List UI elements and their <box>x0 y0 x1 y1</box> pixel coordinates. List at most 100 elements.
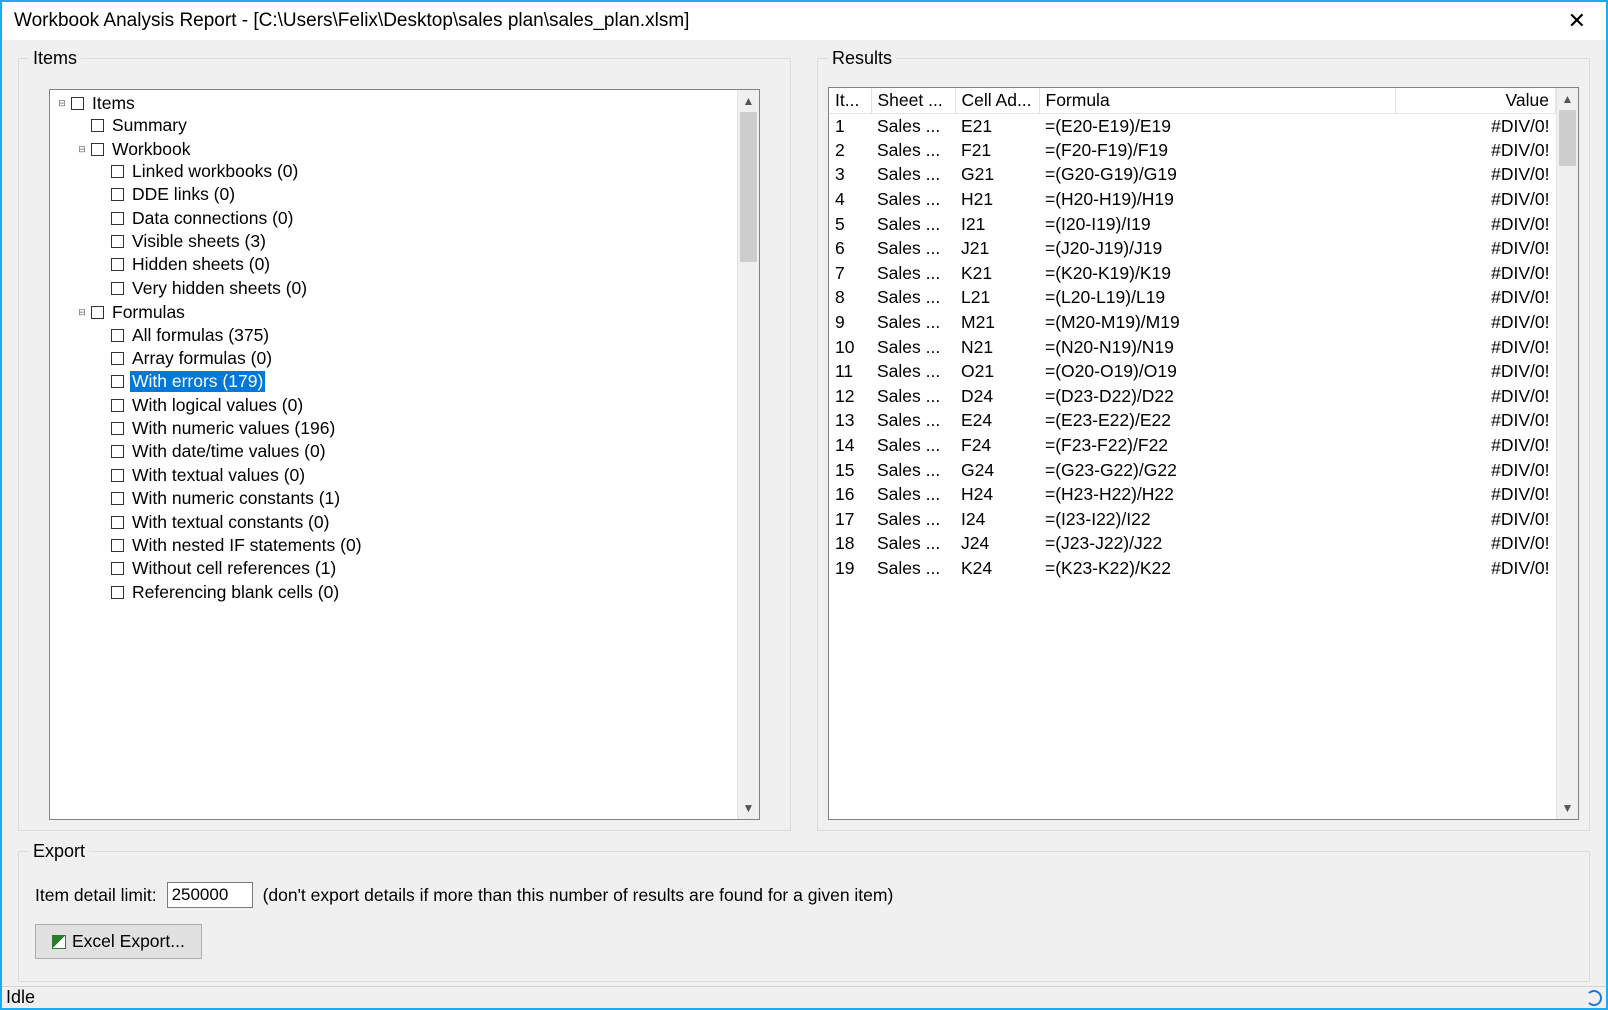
tree-checkbox[interactable] <box>91 143 104 156</box>
scroll-down-icon[interactable]: ▼ <box>1557 797 1578 819</box>
tree-checkbox[interactable] <box>111 188 124 201</box>
tree-node[interactable]: Visible sheets (3) <box>96 230 737 253</box>
table-row[interactable]: 13Sales ...E24=(E23-E22)/E22#DIV/0! <box>829 409 1556 434</box>
tree-node[interactable]: Array formulas (0) <box>96 347 737 370</box>
cell: #DIV/0! <box>1396 236 1556 261</box>
cell: #DIV/0! <box>1396 138 1556 163</box>
tree-checkbox[interactable] <box>71 97 84 110</box>
tree-checkbox[interactable] <box>111 492 124 505</box>
tree-checkbox[interactable] <box>111 375 124 388</box>
cell: O21 <box>955 359 1039 384</box>
tree-node[interactable]: Very hidden sheets (0) <box>96 277 737 300</box>
scroll-thumb[interactable] <box>1559 110 1576 166</box>
tree-node[interactable]: With textual constants (0) <box>96 510 737 533</box>
cell: =(E23-E22)/E22 <box>1039 409 1396 434</box>
scroll-up-icon[interactable]: ▲ <box>1557 88 1578 110</box>
table-row[interactable]: 3Sales ...G21=(G20-G19)/G19#DIV/0! <box>829 163 1556 188</box>
tree-node[interactable]: Hidden sheets (0) <box>96 253 737 276</box>
results-table-wrap[interactable]: It... Sheet ... Cell Ad... Formula Value… <box>829 88 1556 819</box>
tree-checkbox[interactable] <box>111 539 124 552</box>
items-scrollbar[interactable]: ▲ ▼ <box>737 90 759 819</box>
tree-checkbox[interactable] <box>111 352 124 365</box>
tree-node[interactable]: ⊟FormulasAll formulas (375)Array formula… <box>76 301 737 605</box>
tree-node[interactable]: DDE links (0) <box>96 183 737 206</box>
table-row[interactable]: 17Sales ...I24=(I23-I22)/I22#DIV/0! <box>829 507 1556 532</box>
table-row[interactable]: 15Sales ...G24=(G23-G22)/G22#DIV/0! <box>829 458 1556 483</box>
cell: Sales ... <box>871 556 955 581</box>
excel-export-label: Excel Export... <box>72 931 185 952</box>
cell: =(H23-H22)/H22 <box>1039 482 1396 507</box>
tree-node[interactable]: All formulas (375) <box>96 323 737 346</box>
limit-input[interactable] <box>167 882 253 908</box>
tree-checkbox[interactable] <box>111 235 124 248</box>
cell: Sales ... <box>871 532 955 557</box>
tree-checkbox[interactable] <box>111 516 124 529</box>
table-row[interactable]: 7Sales ...K21=(K20-K19)/K19#DIV/0! <box>829 261 1556 286</box>
tree-node[interactable]: Data connections (0) <box>96 207 737 230</box>
table-row[interactable]: 19Sales ...K24=(K23-K22)/K22#DIV/0! <box>829 556 1556 581</box>
col-formula[interactable]: Formula <box>1039 88 1396 114</box>
table-row[interactable]: 4Sales ...H21=(H20-H19)/H19#DIV/0! <box>829 187 1556 212</box>
tree-checkbox[interactable] <box>111 586 124 599</box>
tree-node[interactable]: With date/time values (0) <box>96 440 737 463</box>
tree-checkbox[interactable] <box>91 119 104 132</box>
table-row[interactable]: 10Sales ...N21=(N20-N19)/N19#DIV/0! <box>829 335 1556 360</box>
collapse-icon[interactable]: ⊟ <box>76 307 88 319</box>
tree-node[interactable]: ⊟ItemsSummary⊟WorkbookLinked workbooks (… <box>56 92 737 606</box>
excel-export-button[interactable]: Excel Export... <box>35 924 202 959</box>
tree-checkbox[interactable] <box>111 212 124 225</box>
tree-checkbox[interactable] <box>111 165 124 178</box>
tree-node[interactable]: Summary <box>76 114 737 137</box>
cell: 9 <box>829 310 871 335</box>
tree-node[interactable]: Referencing blank cells (0) <box>96 581 737 604</box>
table-row[interactable]: 5Sales ...I21=(I20-I19)/I19#DIV/0! <box>829 212 1556 237</box>
tree-checkbox[interactable] <box>111 422 124 435</box>
tree-checkbox[interactable] <box>111 445 124 458</box>
tree-node[interactable]: With textual values (0) <box>96 464 737 487</box>
scroll-up-icon[interactable]: ▲ <box>738 90 759 112</box>
scroll-thumb[interactable] <box>740 112 757 262</box>
collapse-icon[interactable]: ⊟ <box>76 143 88 155</box>
table-row[interactable]: 16Sales ...H24=(H23-H22)/H22#DIV/0! <box>829 482 1556 507</box>
table-row[interactable]: 18Sales ...J24=(J23-J22)/J22#DIV/0! <box>829 532 1556 557</box>
tree-node[interactable]: With logical values (0) <box>96 394 737 417</box>
tree-checkbox[interactable] <box>111 399 124 412</box>
close-icon[interactable]: ✕ <box>1556 8 1598 34</box>
results-scrollbar[interactable]: ▲ ▼ <box>1556 88 1578 819</box>
scroll-down-icon[interactable]: ▼ <box>738 797 759 819</box>
table-row[interactable]: 14Sales ...F24=(F23-F22)/F22#DIV/0! <box>829 433 1556 458</box>
table-row[interactable]: 2Sales ...F21=(F20-F19)/F19#DIV/0! <box>829 138 1556 163</box>
tree-checkbox[interactable] <box>111 469 124 482</box>
col-cell[interactable]: Cell Ad... <box>955 88 1039 114</box>
tree-checkbox[interactable] <box>111 258 124 271</box>
table-row[interactable]: 9Sales ...M21=(M20-M19)/M19#DIV/0! <box>829 310 1556 335</box>
cell: #DIV/0! <box>1396 482 1556 507</box>
table-row[interactable]: 1Sales ...E21=(E20-E19)/E19#DIV/0! <box>829 114 1556 139</box>
collapse-icon[interactable]: ⊟ <box>56 98 68 110</box>
tree-checkbox[interactable] <box>111 329 124 342</box>
tree-node[interactable]: With numeric constants (1) <box>96 487 737 510</box>
tree-node[interactable]: With errors (179) <box>96 370 737 393</box>
tree-checkbox[interactable] <box>111 562 124 575</box>
tree-node[interactable]: With numeric values (196) <box>96 417 737 440</box>
table-row[interactable]: 12Sales ...D24=(D23-D22)/D22#DIV/0! <box>829 384 1556 409</box>
tree-checkbox[interactable] <box>111 282 124 295</box>
table-row[interactable]: 8Sales ...L21=(L20-L19)/L19#DIV/0! <box>829 286 1556 311</box>
window-title: Workbook Analysis Report - [C:\Users\Fel… <box>10 10 1556 32</box>
results-legend: Results <box>828 48 896 69</box>
tree-node[interactable]: ⊟WorkbookLinked workbooks (0)DDE links (… <box>76 138 737 302</box>
tree-node[interactable]: Without cell references (1) <box>96 557 737 580</box>
refresh-icon[interactable] <box>1586 990 1602 1006</box>
items-tree[interactable]: ⊟ItemsSummary⊟WorkbookLinked workbooks (… <box>50 90 737 819</box>
table-row[interactable]: 6Sales ...J21=(J20-J19)/J19#DIV/0! <box>829 236 1556 261</box>
cell: F21 <box>955 138 1039 163</box>
tree-node[interactable]: With nested IF statements (0) <box>96 534 737 557</box>
tree-node[interactable]: Linked workbooks (0) <box>96 160 737 183</box>
col-value[interactable]: Value <box>1396 88 1556 114</box>
table-row[interactable]: 11Sales ...O21=(O20-O19)/O19#DIV/0! <box>829 359 1556 384</box>
tree-checkbox[interactable] <box>91 306 104 319</box>
cell: I24 <box>955 507 1039 532</box>
col-sheet[interactable]: Sheet ... <box>871 88 955 114</box>
tree-label: With nested IF statements (0) <box>130 535 364 556</box>
col-item[interactable]: It... <box>829 88 871 114</box>
